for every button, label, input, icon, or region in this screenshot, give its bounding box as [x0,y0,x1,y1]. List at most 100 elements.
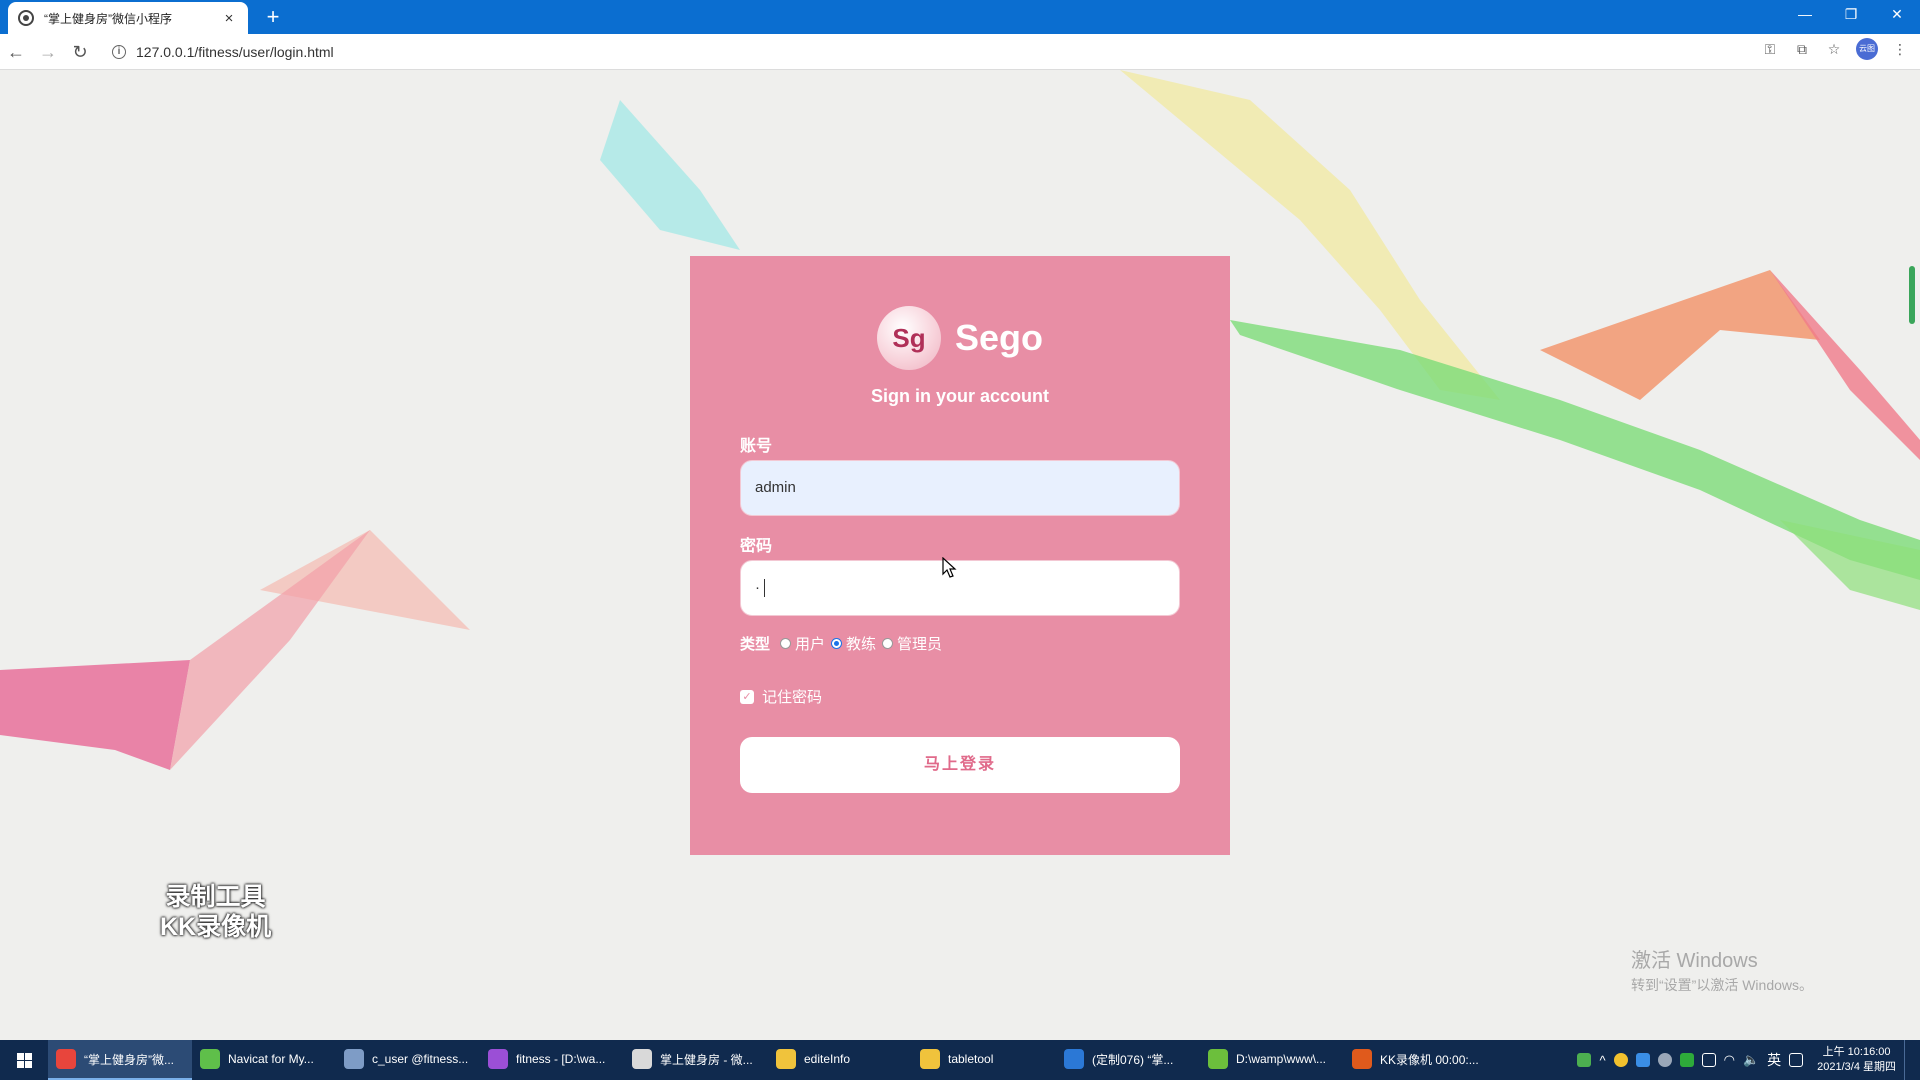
taskbar-item[interactable]: D:\wamp\www\... [1200,1040,1344,1080]
brand-name: Sego [954,317,1043,358]
checkmark-icon[interactable]: ✓ [740,689,754,704]
radio-coach[interactable] [831,638,843,649]
mouse-cursor-icon [942,557,957,578]
clock[interactable]: 上午 10:16:00 2021/3/4 星期四 [1817,1045,1896,1075]
site-info-icon[interactable]: i [112,45,126,59]
battery-icon[interactable] [1577,1053,1592,1067]
taskbar-item-label: Navicat for My... [228,1052,314,1066]
table-icon [344,1049,364,1069]
taskbar-apps: “掌上健身房”微... Navicat for My... c_user @fitn… [48,1040,1488,1080]
tab-title: “掌上健身房”微信小程序 [44,11,172,26]
keyboard-icon[interactable] [1789,1053,1804,1067]
taskbar-item-label: fitness - [D:\wa... [516,1052,606,1066]
translate-icon[interactable]: ⧉ [1792,39,1812,59]
close-tab-icon[interactable]: × [220,10,238,27]
taskbar-item-label: D:\wamp\www\... [1236,1052,1327,1066]
system-tray: ^ ◠ 🔈 英 上午 10:16:00 2021/3/4 星期四 [1577,1040,1920,1080]
password-mask: · [755,579,760,596]
radio-admin[interactable] [882,638,894,649]
radio-user-label[interactable]: 用户 [795,633,825,654]
folder-icon [920,1049,940,1069]
browser-tab-bar: “掌上健身房”微信小程序 × + — ❐ ✕ [0,0,1920,34]
radio-admin-label[interactable]: 管理员 [897,633,942,654]
taskbar-item[interactable]: “掌上健身房”微... [48,1040,192,1080]
taskbar-item[interactable]: (定制076) “掌... [1056,1040,1200,1080]
tray-app-icon[interactable] [1657,1053,1672,1067]
address-bar-actions: ⚿ ⧉ ☆ 云图 ⋮ [1760,38,1910,60]
login-page: Sg Sego Sign in your account 账号 admin 密码… [0,70,1920,1040]
login-card: Sg Sego Sign in your account 账号 admin 密码… [690,256,1230,855]
wechat-devtools-icon [632,1049,652,1069]
taskbar-item[interactable]: 掌上健身房 - 微... [624,1040,768,1080]
tray-app-icon[interactable] [1679,1053,1694,1067]
taskbar-item-label: “掌上健身房”微... [84,1052,174,1067]
browser-tab[interactable]: “掌上健身房”微信小程序 × [8,2,248,34]
globe-icon [18,10,34,26]
taskbar-item[interactable]: Navicat for My... [192,1040,336,1080]
folder-icon [776,1049,796,1069]
chrome-icon [56,1049,76,1069]
taskbar-item-label: c_user @fitness... [372,1052,469,1066]
remember-password[interactable]: ✓ 记住密码 [740,686,822,707]
watermark-line-1: 录制工具 [165,883,266,911]
signin-subtitle: Sign in your account [870,386,1049,406]
clock-time: 上午 10:16:00 [1822,1046,1891,1058]
menu-dots-icon[interactable]: ⋮ [1890,39,1910,59]
tray-app-icon[interactable] [1613,1053,1628,1067]
reload-icon[interactable]: ↻ [64,36,96,68]
url-text: 127.0.0.1/fitness/user/login.html [136,44,334,60]
taskbar-item-label: KK录像机 00:00:... [1380,1052,1479,1067]
password-input[interactable]: · [740,560,1180,616]
account-input[interactable]: admin [740,460,1180,516]
taskbar-item[interactable]: editeInfo [768,1040,912,1080]
notepad-icon [1208,1049,1228,1069]
taskbar-item[interactable]: tabletool [912,1040,1056,1080]
scroll-indicator[interactable] [1909,266,1915,324]
wifi-icon[interactable]: ◠ [1724,1052,1735,1068]
watermark-line-2: KK录像机 [160,913,272,941]
account-label: 账号 [740,438,773,455]
start-button[interactable] [0,1040,48,1080]
back-arrow-icon[interactable]: ← [0,36,32,68]
login-button[interactable]: 马上登录 [740,737,1180,793]
phpstorm-icon [488,1049,508,1069]
show-desktop-button[interactable] [1904,1040,1910,1080]
remember-label[interactable]: 记住密码 [762,686,822,707]
taskbar-item[interactable]: c_user @fitness... [336,1040,480,1080]
radio-coach-label[interactable]: 教练 [846,633,876,654]
windows-logo-icon [16,1052,32,1068]
profile-avatar[interactable]: 云图 [1856,38,1878,60]
tray-expand-icon[interactable]: ^ [1599,1053,1605,1068]
url-field[interactable]: i 127.0.0.1/fitness/user/login.html [112,38,1752,66]
taskbar-item-label: 掌上健身房 - 微... [660,1052,753,1067]
forward-arrow-icon[interactable]: → [32,36,64,68]
taskbar-item-label: (定制076) “掌... [1092,1052,1174,1067]
word-icon [1064,1049,1084,1069]
volume-icon[interactable]: 🔈 [1743,1052,1759,1068]
password-label: 密码 [740,538,773,555]
clock-date: 2021/3/4 星期四 [1817,1061,1896,1073]
network-icon[interactable] [1701,1053,1716,1067]
activate-title: 激活 Windows [1631,950,1758,972]
brand-logo: Sg Sego [690,306,1230,370]
star-icon[interactable]: ☆ [1824,39,1844,59]
user-type-group: 类型 用户 教练 管理员 [740,633,942,654]
ime-indicator[interactable]: 英 [1767,1050,1781,1070]
minimize-button[interactable]: — [1782,0,1828,30]
taskbar-item[interactable]: KK录像机 00:00:... [1344,1040,1488,1080]
text-caret [764,579,765,598]
type-label: 类型 [740,636,771,653]
taskbar-item-label: editeInfo [804,1052,851,1066]
activate-windows-notice: 激活 Windows 转到“设置”以激活 Windows。 [1631,944,1813,995]
radio-user[interactable] [780,638,792,649]
kk-recorder-icon [1352,1049,1372,1069]
shield-icon[interactable] [1635,1053,1650,1067]
new-tab-button[interactable]: + [260,4,286,30]
key-icon[interactable]: ⚿ [1760,39,1780,59]
taskbar-item-label: tabletool [948,1052,994,1066]
restore-button[interactable]: ❐ [1828,0,1874,30]
logo-badge: Sg [876,306,941,370]
windows-taskbar: “掌上健身房”微... Navicat for My... c_user @fitn… [0,1040,1920,1080]
close-window-button[interactable]: ✕ [1874,0,1920,30]
taskbar-item[interactable]: fitness - [D:\wa... [480,1040,624,1080]
